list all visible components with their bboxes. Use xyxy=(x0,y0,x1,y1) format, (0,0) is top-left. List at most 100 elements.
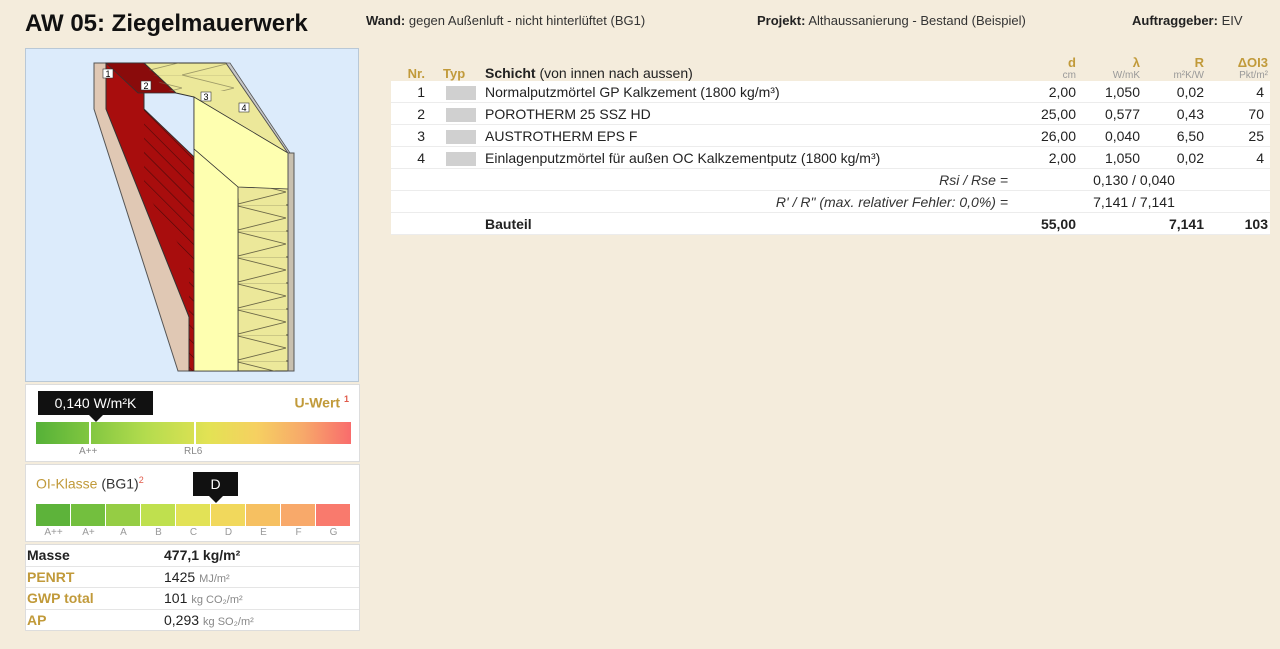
table-row: 1 Normalputzmörtel GP Kalkzement (1800 kg… xyxy=(391,81,1270,103)
type-swatch xyxy=(446,107,476,122)
oi-class-letter: C xyxy=(189,527,198,538)
layer-name: POROTHERM 25 SSZ HD xyxy=(479,102,1018,125)
r-ratio-value: 7,141 / 7,141 xyxy=(1018,190,1210,213)
property-name: AP xyxy=(27,611,47,628)
rsi-rse-value: 0,130 / 0,040 xyxy=(1018,168,1210,191)
oi-class-segment xyxy=(36,504,70,526)
col-header-r: Rm²K/W xyxy=(1173,55,1204,81)
wall-layers-drawing: 1 2 3 4 xyxy=(93,62,295,372)
layer-table: Nr. Typ Schicht (von innen nach aussen) … xyxy=(391,48,1270,235)
oi-class-label: OI-Klasse (BG1)2 xyxy=(36,475,144,492)
layer-nr: 3 xyxy=(391,124,437,147)
layer-r: 0,43 xyxy=(1146,102,1210,125)
property-row: Masse 477,1 kg/m² xyxy=(26,545,359,567)
project-info: Projekt: Althaussanierung - Bestand (Bei… xyxy=(757,13,1026,28)
page-title: AW 05: Ziegelmauerwerk xyxy=(25,10,308,37)
type-swatch xyxy=(446,129,476,144)
wall-section-illustration: 1 2 3 4 xyxy=(25,48,359,382)
u-value-label: U-Wert 1 xyxy=(294,394,349,411)
oi-class-tooltip: D xyxy=(193,472,238,503)
table-row: 3 AUSTROTHERM EPS F 26,00 0,040 6,50 25 xyxy=(391,124,1270,147)
layer-number-1: 1 xyxy=(105,69,110,79)
oi-class-letter: A++ xyxy=(44,527,63,538)
property-unit: kg SO₂/m² xyxy=(203,615,254,628)
u-value-mark-label-app: A++ xyxy=(79,446,98,457)
property-value: 0,293 kg SO₂/m² xyxy=(164,611,254,628)
u-value-marker-app xyxy=(89,422,91,444)
total-oi: 103 xyxy=(1210,212,1270,235)
table-row: 4 Einlagenputzmörtel für außen OC Kalkzem… xyxy=(391,146,1270,169)
r-ratio-row: R' / R" (max. relativer Fehler: 0,0%) = … xyxy=(391,190,1270,213)
u-value-tooltip: 0,140 W/m²K xyxy=(38,391,153,422)
total-r: 7,141 xyxy=(1146,212,1210,235)
layer-r: 0,02 xyxy=(1146,146,1210,169)
property-name: Masse xyxy=(27,547,70,563)
oi-class-letter: A+ xyxy=(82,527,95,538)
oi-class-segment xyxy=(316,504,350,526)
total-d: 55,00 xyxy=(1018,212,1082,235)
property-unit: MJ/m² xyxy=(199,572,230,585)
layer-name: AUSTROTHERM EPS F xyxy=(479,124,1018,147)
col-header-nr: Nr. xyxy=(407,66,425,81)
property-row: GWP total 101 kg CO₂/m² xyxy=(26,588,359,610)
col-header-schicht: Schicht (von innen nach aussen) xyxy=(485,65,693,81)
client-info: Auftraggeber: EIV xyxy=(1132,13,1243,28)
oi-class-bar xyxy=(36,504,351,526)
wall-type-info: Wand: gegen Außenluft - nicht hinterlüft… xyxy=(366,13,646,28)
layer-number-2: 2 xyxy=(143,81,148,91)
oi-class-segment xyxy=(246,504,280,526)
layer-thickness: 26,00 xyxy=(1018,124,1082,147)
layer-oi: 4 xyxy=(1210,146,1270,169)
layer-lambda: 1,050 xyxy=(1082,81,1146,103)
layer-oi: 4 xyxy=(1210,81,1270,103)
layer-nr: 2 xyxy=(391,102,437,125)
table-row: 2 POROTHERM 25 SSZ HD 25,00 0,577 0,43 70 xyxy=(391,102,1270,125)
layer-name: Normalputzmörtel GP Kalkzement (1800 kg/… xyxy=(479,81,1018,103)
oi-class-letter: B xyxy=(155,527,162,538)
layer-lambda: 0,577 xyxy=(1082,102,1146,125)
property-name: PENRT xyxy=(27,568,75,585)
u-value-panel: 0,140 W/m²K U-Wert 1 A++ RL6 xyxy=(25,384,360,462)
layer-type-swatch xyxy=(437,146,479,169)
col-header-typ: Typ xyxy=(443,66,466,81)
layer-oi: 25 xyxy=(1210,124,1270,147)
layer-type-swatch xyxy=(437,124,479,147)
oi-class-segment xyxy=(211,504,245,526)
property-value: 1425 MJ/m² xyxy=(164,568,230,585)
property-row: PENRT 1425 MJ/m² xyxy=(26,567,359,588)
oi-class-segment xyxy=(281,504,315,526)
layer-type-swatch xyxy=(437,102,479,125)
layer-nr: 1 xyxy=(391,81,437,103)
oi-class-letter: D xyxy=(224,527,233,538)
oi-class-segment xyxy=(176,504,210,526)
layer-r: 6,50 xyxy=(1146,124,1210,147)
oi-class-segment xyxy=(106,504,140,526)
oi-class-panel: OI-Klasse (BG1)2 D A++ A+ A B C D E F G xyxy=(25,464,360,542)
col-header-d: d cm xyxy=(1062,55,1076,81)
layer-oi: 70 xyxy=(1210,102,1270,125)
layer-thickness: 2,00 xyxy=(1018,81,1082,103)
col-header-lambda: λ W/mK xyxy=(1112,55,1140,81)
properties-list: Masse 477,1 kg/m² PENRT 1425 MJ/m² GWP total 1… xyxy=(25,544,360,631)
oi-class-letter: G xyxy=(329,527,338,538)
oi-class-segment xyxy=(141,504,175,526)
property-name: GWP total xyxy=(27,590,94,606)
layer-thickness: 2,00 xyxy=(1018,146,1082,169)
type-swatch xyxy=(446,85,476,100)
rsi-rse-label: Rsi / Rse = xyxy=(479,168,1018,191)
layer-lambda: 0,040 xyxy=(1082,124,1146,147)
property-unit: kg CO₂/m² xyxy=(191,594,243,606)
type-swatch xyxy=(446,151,476,166)
layer-thickness: 25,00 xyxy=(1018,102,1082,125)
property-row: AP 0,293 kg SO₂/m² xyxy=(26,610,359,631)
oi-class-segment xyxy=(71,504,105,526)
layer-nr: 4 xyxy=(391,146,437,169)
total-label: Bauteil xyxy=(479,212,1018,235)
layer-name: Einlagenputzmörtel für außen OC Kalkzeme… xyxy=(479,146,1018,169)
layer-number-4: 4 xyxy=(241,103,246,113)
oi-class-letter: E xyxy=(260,527,267,538)
oi-class-letter: A xyxy=(120,527,127,538)
oi-class-letters: A++ A+ A B C D E F G xyxy=(36,527,351,538)
property-value: 101 kg CO₂/m² xyxy=(164,590,243,606)
r-ratio-label: R' / R" (max. relativer Fehler: 0,0%) = xyxy=(479,190,1018,213)
